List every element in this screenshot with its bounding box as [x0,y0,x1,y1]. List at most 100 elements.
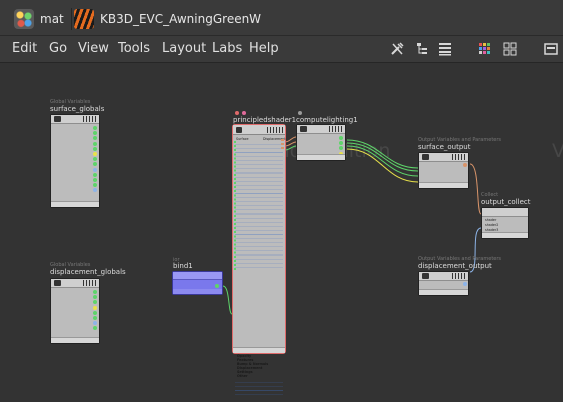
wire-so-collect [469,163,482,215]
output-port[interactable] [93,315,97,320]
displacement-output-node[interactable] [418,271,469,296]
menu-edit[interactable]: Edit [12,41,37,56]
output-port[interactable] [93,305,97,310]
wire-ps-cl-1 [284,136,297,143]
output-collect-label: output_collect [481,198,531,206]
menu-help[interactable]: Help [249,41,279,56]
output-port[interactable] [93,295,97,300]
path-crumb-root-label: mat [40,12,64,26]
output-port[interactable] [93,326,97,331]
node-flags-icon [83,116,97,122]
wrench-icon[interactable] [390,42,404,56]
menu-layout[interactable]: Layout [162,41,206,56]
bind-label: bind1 [173,262,193,270]
node-header [51,279,99,288]
output-port[interactable] [93,126,97,130]
node-header [51,115,99,124]
surface-globals-outputs [93,126,97,193]
output-port[interactable] [93,157,97,162]
menu-bar: Edit Go View Tools Layout Labs Help [0,36,563,63]
shader-icon [236,127,242,133]
output-port[interactable] [93,151,97,156]
node-header [419,272,468,281]
path-bar: mat KB3D_EVC_AwningGreenW [0,0,563,36]
path-crumb-node[interactable]: KB3D_EVC_AwningGreenW [74,7,261,31]
node-header [233,125,285,135]
output-ports-column [281,139,284,151]
node-flags-icon [83,280,97,286]
collect-port-shader2[interactable]: shader2 [485,223,498,227]
extra-parameter-list [235,379,283,397]
surface-output-node[interactable] [418,152,469,189]
wire-bind-ps [222,285,233,315]
section-other[interactable]: Other [237,374,248,378]
output-port[interactable] [339,136,343,140]
output-port[interactable] [339,141,343,146]
displacement-globals-label: displacement_globals [50,268,126,276]
node-flag-icon [235,111,239,115]
output-port[interactable] [93,177,97,182]
surface-globals-label: surface_globals [50,105,105,113]
input-parameter-list [235,141,283,271]
menu-labs[interactable]: Labs [212,41,242,56]
output-port[interactable] [93,300,97,305]
output-icon [422,154,429,160]
bind-node[interactable] [172,271,223,295]
displacement-output-label: displacement_output [418,262,492,270]
path-separator [71,8,72,30]
output-port[interactable] [339,146,343,151]
menu-tools[interactable]: Tools [118,41,150,56]
menu-go[interactable]: Go [49,41,67,56]
output-port[interactable] [93,167,97,172]
displacement-globals-node[interactable] [50,278,100,344]
principled-shader-label: principledshader1 [233,116,297,124]
wire-ps-cl-3 [284,145,297,151]
list-view-icon[interactable] [438,42,452,56]
output-port[interactable] [93,141,97,146]
surface-globals-node[interactable] [50,114,100,208]
output-port[interactable] [463,282,467,286]
globals-icon [54,280,61,286]
output-port[interactable] [93,188,97,193]
node-footer [482,232,528,238]
tree-view-icon[interactable] [415,42,429,56]
globals-icon [54,116,61,122]
node-footer [419,182,468,188]
node-footer [233,347,285,353]
node-flag-icon [242,111,246,115]
output-collect-node[interactable]: shader shader2 shader3 [481,207,529,239]
output-port[interactable] [93,183,97,188]
node-footer [297,154,345,160]
output-port[interactable] [93,321,97,326]
collect-port-shader[interactable]: shader [485,218,496,222]
pane-layout-icon[interactable] [544,42,558,56]
node-footer [173,289,222,294]
principled-shader-node[interactable]: Surface Displacement Opacity Features Bu… [232,124,286,397]
menu-view[interactable]: View [78,41,109,56]
node-header [419,153,468,162]
path-crumb-root[interactable]: mat [14,7,64,31]
compute-lighting-label: computelighting1 [296,116,358,124]
output-port[interactable] [93,290,97,294]
output-icon [422,273,429,279]
node-flags-icon [452,154,466,160]
surface-output-label: surface_output [418,143,471,151]
output-port[interactable] [215,284,219,288]
output-port[interactable] [93,162,97,167]
node-flags-icon [267,127,283,133]
shapes-palette-icon[interactable] [503,42,517,56]
node-footer [51,337,99,343]
compute-lighting-node[interactable] [296,124,346,161]
network-editor[interactable]: Indie Edition V Global Variables surface… [0,64,563,402]
output-port[interactable] [93,136,97,141]
path-crumb-node-label: KB3D_EVC_AwningGreenW [100,12,262,26]
output-port[interactable] [93,146,97,151]
output-port[interactable] [93,131,97,136]
output-port[interactable] [463,163,467,167]
output-port[interactable] [93,310,97,315]
material-network-icon [14,9,34,29]
wire-ps-cl-2 [284,141,297,147]
color-palette-icon[interactable] [478,42,492,56]
output-port[interactable] [93,172,97,177]
node-header [297,125,345,134]
